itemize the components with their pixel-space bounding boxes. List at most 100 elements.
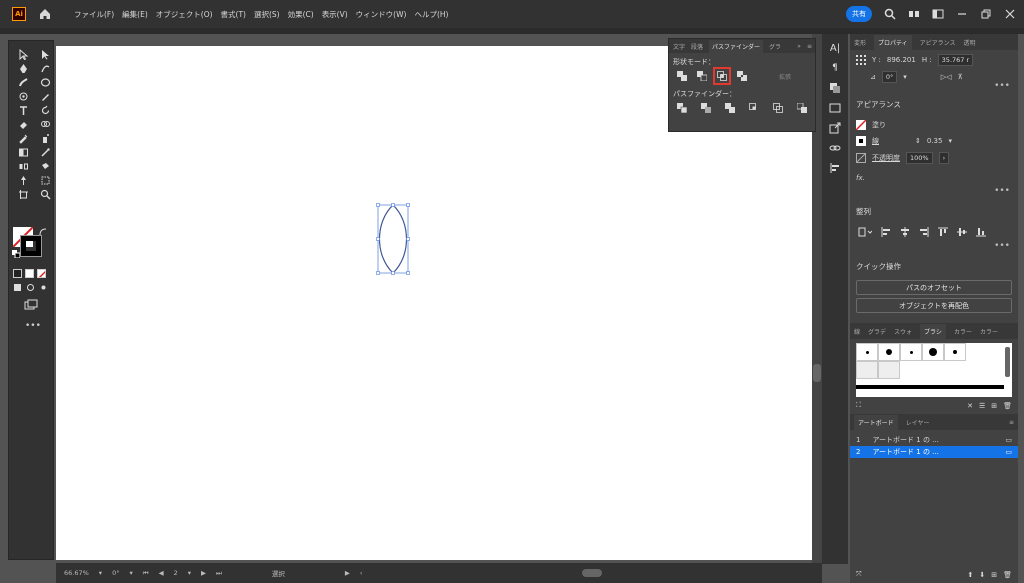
default-colors-icon[interactable] <box>12 250 20 258</box>
last-artboard-icon[interactable]: ⏭ <box>216 569 222 578</box>
draw-inside-icon[interactable] <box>39 283 48 292</box>
tab-stroke[interactable]: 線 <box>854 327 860 336</box>
shaper-tool[interactable] <box>14 91 32 102</box>
menu-edit[interactable]: 編集(E) <box>122 9 148 20</box>
artboard-options-icon[interactable]: ▭ <box>1005 448 1012 456</box>
gradient-tool[interactable] <box>14 147 32 158</box>
restore-icon[interactable] <box>980 8 992 20</box>
symbol-sprayer-tool[interactable] <box>36 133 54 144</box>
swap-icon[interactable] <box>38 227 48 237</box>
align-vcenter-icon[interactable] <box>957 227 967 237</box>
draw-behind-icon[interactable] <box>26 283 35 292</box>
flip-vertical-icon[interactable]: ⊼ <box>958 73 963 81</box>
direct-selection-tool[interactable] <box>36 49 54 60</box>
merge-icon[interactable] <box>725 103 735 113</box>
brush-swatch[interactable] <box>944 343 966 361</box>
search-icon[interactable] <box>884 8 896 20</box>
edit-toolbar-button[interactable]: ••• <box>25 321 41 331</box>
curvature-tool[interactable] <box>36 63 54 74</box>
brush-swatch[interactable] <box>856 361 878 379</box>
live-paint-tool[interactable] <box>36 161 54 172</box>
artboard-name[interactable]: アートボード 1 の ... <box>872 447 938 457</box>
align-hcenter-icon[interactable] <box>900 227 910 237</box>
transform-more-button[interactable]: ••• <box>850 82 1018 93</box>
remove-brush-icon[interactable]: ✕ <box>967 402 973 410</box>
stroke-weight-stepper-icon[interactable]: ⇕ <box>915 137 921 145</box>
angle-dropdown-icon[interactable]: ▾ <box>903 73 907 81</box>
scroll-left-icon[interactable]: ‹ <box>360 569 363 577</box>
flip-horizontal-icon[interactable]: ▷◁ <box>941 73 952 81</box>
none-mode-button[interactable] <box>37 269 46 278</box>
shape-builder-tool[interactable] <box>36 119 54 130</box>
offset-path-button[interactable]: パスのオフセット <box>856 280 1012 295</box>
align-to-icon[interactable] <box>858 227 872 237</box>
artboard-name[interactable]: アートボード 1 の ... <box>872 435 938 445</box>
tab-appearance[interactable]: アピアランス <box>920 38 956 47</box>
horizontal-scroll-thumb[interactable] <box>582 569 603 577</box>
brush-swatch[interactable] <box>922 343 944 361</box>
brush-swatch[interactable] <box>900 343 922 361</box>
screen-mode-icon[interactable] <box>24 299 38 311</box>
stroke-label[interactable]: 線 <box>872 136 879 146</box>
align-more-button[interactable]: ••• <box>850 242 1018 253</box>
artboard-number-field[interactable]: 2 <box>174 569 178 577</box>
exclude-icon[interactable] <box>737 71 747 81</box>
rearrange-artboards-icon[interactable]: ⤧ <box>856 570 862 579</box>
tab-gradient-2[interactable]: グラデ <box>868 327 886 336</box>
pathfinder-panel-icon[interactable] <box>827 82 843 94</box>
menu-select[interactable]: 選択(S) <box>254 9 280 20</box>
align-bottom-icon[interactable] <box>976 227 986 237</box>
next-artboard-icon[interactable]: ▶ <box>201 569 206 577</box>
stroke-swatch[interactable] <box>20 235 42 257</box>
gradient-mode-button[interactable] <box>25 269 34 278</box>
brush-scroll-thumb[interactable] <box>1005 347 1010 377</box>
export-panel-icon[interactable] <box>827 122 843 134</box>
reference-point-icon[interactable] <box>856 55 866 65</box>
puppet-warp-tool[interactable] <box>14 175 32 186</box>
rotate-tool[interactable] <box>36 105 54 116</box>
home-icon[interactable] <box>38 7 52 21</box>
delete-brush-icon[interactable]: 🗑 <box>1003 402 1012 410</box>
stroke-weight-dropdown-icon[interactable]: ▾ <box>948 137 952 145</box>
zoom-field[interactable]: 66.67% <box>64 569 89 577</box>
paintbrush-tool[interactable] <box>36 147 54 158</box>
menu-view[interactable]: 表示(V) <box>322 9 348 20</box>
selection-tool[interactable] <box>14 49 32 60</box>
opacity-label[interactable]: 不透明度 <box>872 153 900 163</box>
intersect-icon[interactable] <box>713 67 731 85</box>
close-icon[interactable] <box>1004 8 1016 20</box>
menu-type[interactable]: 書式(T) <box>221 9 246 20</box>
tab-color[interactable]: カラー <box>954 327 972 336</box>
character-panel-icon[interactable]: A| <box>827 42 843 54</box>
free-transform-tool[interactable] <box>36 175 54 186</box>
prev-artboard-icon[interactable]: ◀ <box>159 569 164 577</box>
delete-artboard-icon[interactable]: 🗑 <box>1003 571 1012 579</box>
minimize-icon[interactable] <box>956 8 968 20</box>
fill-stroke-widget[interactable] <box>12 227 52 261</box>
divide-icon[interactable] <box>677 103 687 113</box>
align-panel-icon[interactable] <box>827 162 843 174</box>
vertical-scroll-thumb[interactable] <box>813 364 821 382</box>
ellipse-tool[interactable] <box>36 77 54 88</box>
brush-options-icon[interactable]: ☰ <box>979 402 985 410</box>
zoom-tool[interactable] <box>36 189 54 200</box>
artboards-menu-icon[interactable]: ≡ <box>1009 419 1018 426</box>
tab-brushes[interactable]: ブラシ <box>920 323 946 339</box>
pencil-tool[interactable] <box>36 91 54 102</box>
eraser-tool[interactable] <box>14 119 32 130</box>
status-menu-icon[interactable]: ▶ <box>345 569 350 577</box>
tab-transform[interactable]: 変形 <box>854 38 866 47</box>
menu-help[interactable]: ヘルプ(H) <box>414 9 448 20</box>
fill-color-swatch[interactable] <box>856 120 866 130</box>
menu-object[interactable]: オブジェクト(O) <box>156 9 213 20</box>
tab-transparency[interactable]: 透明 <box>964 38 976 47</box>
zoom-dropdown-icon[interactable]: ▾ <box>99 569 102 577</box>
workspace-icon[interactable] <box>932 8 944 20</box>
expand-button[interactable]: 拡張 <box>779 72 791 81</box>
move-down-icon[interactable]: ⬇ <box>979 571 985 579</box>
color-mode-button[interactable] <box>13 269 22 278</box>
links-panel-icon[interactable] <box>827 142 843 154</box>
artboard-options-icon[interactable]: ▭ <box>1005 436 1012 444</box>
minus-back-icon[interactable] <box>797 103 807 113</box>
fx-button[interactable]: fx. <box>856 174 865 182</box>
